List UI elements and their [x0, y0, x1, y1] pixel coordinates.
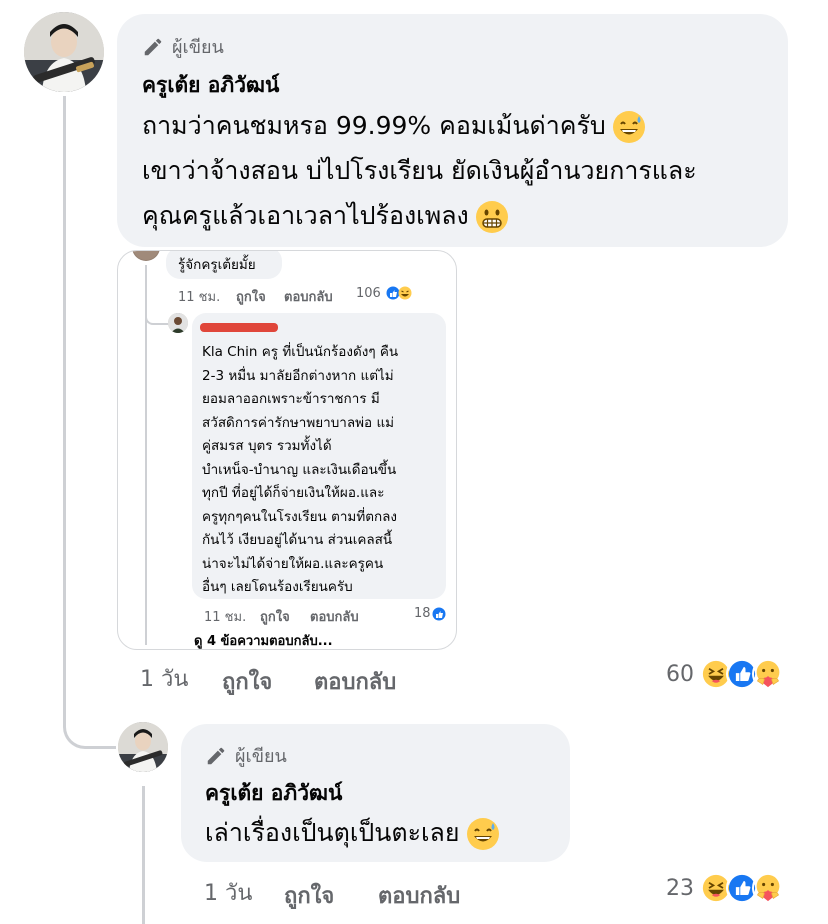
thread-line-main — [63, 96, 66, 696]
reply-line: สวัสดิการค่ารักษาพยาบาลพ่อ แม่ — [202, 414, 395, 431]
pencil-icon — [207, 747, 225, 764]
embedded-top-reply: ตอบกลับ — [284, 290, 333, 305]
attached-screenshot[interactable]: รู้จักครูเต้ยมั้ย 11 ชม. ถูกใจ ตอบกลับ 1… — [117, 250, 457, 650]
embedded-view-more: ดู 4 ข้อความตอบกลับ... — [194, 634, 333, 649]
comment-bubble: ผู้เขียน ครูเต้ย อภิวัฒน์ ถามว่าคนชมหรอ … — [117, 14, 788, 247]
embedded-top-reaction-count: 106 — [356, 286, 381, 301]
embedded-top-time: 11 ชม. — [178, 290, 221, 305]
reply-text: เล่าเรื่องเป็นตุเป็นตะเลย — [205, 810, 500, 855]
reply-line: ทุกปี ที่อยู่ได้ก็จ่ายเงินให้ผอ.และ — [202, 485, 385, 501]
like-button[interactable]: ถูกใจ — [222, 664, 272, 699]
reply-like-button[interactable]: ถูกใจ — [284, 878, 334, 913]
reply-time[interactable]: 1 วัน — [204, 875, 252, 910]
reply-line: น่าจะไม่ได้จ่ายให้ผอ.และครูคน — [202, 555, 384, 572]
embedded-avatar — [132, 251, 160, 261]
pencil-icon — [144, 38, 162, 55]
embedded-reply-bubble: Kla Chin ครู ที่เป็นนักร้องดังๆ คืน 2-3 … — [192, 313, 446, 599]
sweat-smile-icon — [612, 111, 645, 143]
reply-line: อื่นๆ เลยโดนร้องเรียนครับ — [202, 579, 353, 595]
reply-author-badge-label: ผู้เขียน — [235, 746, 287, 767]
reply-author-badge: ผู้เขียน — [205, 741, 287, 770]
reply-line: คู่สมรส บุตร รวมทั้งได้ — [202, 438, 332, 454]
reaction-summary[interactable]: 60 — [666, 658, 784, 690]
reply-avatar[interactable] — [118, 722, 168, 772]
embedded-branch — [145, 311, 169, 325]
embedded-top-bubble: รู้จักครูเต้ยมั้ย — [166, 251, 282, 279]
reply-line: ยอมลาออกเพราะข้าราชการ มี — [202, 391, 380, 407]
comment-line-3: คุณครูแล้วเอาเวลาไปร้องเพลง — [142, 193, 782, 238]
reply-author-name[interactable]: ครูเต้ย อภิวัฒน์ — [205, 777, 342, 810]
grimace-icon — [475, 201, 508, 233]
author-badge: ผู้เขียน — [142, 32, 224, 61]
reply-line: บำเหน็จ-บำนาญ และเงินเดือนขึ้น — [202, 461, 397, 478]
embedded-reply-reaction-count: 18 — [414, 606, 431, 621]
sweat-smile-icon — [466, 818, 499, 850]
comment-text: ถามว่าคนชมหรอ 99.99% คอมเม้นด่าครับ เขาว… — [142, 103, 782, 238]
care-reaction-icon — [752, 658, 784, 690]
author-badge-label: ผู้เขียน — [172, 37, 224, 58]
reply-line: กันไว้ เงียบอยู่ได้นาน ส่วนเคลสนี้ — [202, 532, 393, 548]
comment-time[interactable]: 1 วัน — [140, 661, 188, 696]
reaction-count: 60 — [666, 661, 694, 687]
care-reaction-icon — [752, 872, 784, 904]
reply-line: Kla Chin ครู ที่เป็นนักร้องดังๆ คืน — [202, 344, 399, 360]
embedded-reply-like: ถูกใจ — [260, 610, 290, 625]
embedded-reply-text: Kla Chin ครู ที่เป็นนักร้องดังๆ คืน 2-3 … — [202, 341, 398, 600]
author-name[interactable]: ครูเต้ย อภิวัฒน์ — [142, 69, 279, 102]
embedded-top-text: รู้จักครูเต้ยมั้ย — [178, 257, 256, 273]
reply-reaction-count: 23 — [666, 875, 694, 901]
comment-line-1: ถามว่าคนชมหรอ 99.99% คอมเม้นด่าครับ — [142, 103, 782, 148]
avatar[interactable] — [24, 12, 104, 92]
thread-curve — [63, 690, 116, 749]
thread-line-reply — [142, 786, 145, 924]
embedded-top-like: ถูกใจ — [236, 290, 266, 305]
reply-bubble: ผู้เขียน ครูเต้ย อภิวัฒน์ เล่าเรื่องเป็น… — [181, 724, 570, 862]
embedded-reply-time: 11 ชม. — [204, 610, 247, 625]
comment-line-2: เขาว่าจ้างสอน บ่ไปโรงเรียน ยัดเงินผู้อำน… — [142, 156, 697, 185]
reply-reaction-summary[interactable]: 23 — [666, 872, 784, 904]
embedded-reply-avatar — [168, 313, 188, 333]
embedded-like-icon — [386, 286, 412, 300]
redacted-name — [200, 323, 278, 332]
reply-line: 2-3 หมื่น มาลัยอีกต่างหาก แต่ไม่ — [202, 367, 394, 384]
embedded-reply-like-icon — [432, 607, 446, 621]
embedded-reply-reply: ตอบกลับ — [310, 610, 359, 625]
reply-line: ครูทุกๆคนในโรงเรียน ตามที่ตกลง — [202, 508, 398, 525]
reply-button[interactable]: ตอบกลับ — [314, 664, 396, 699]
reply-reply-button[interactable]: ตอบกลับ — [378, 878, 460, 913]
